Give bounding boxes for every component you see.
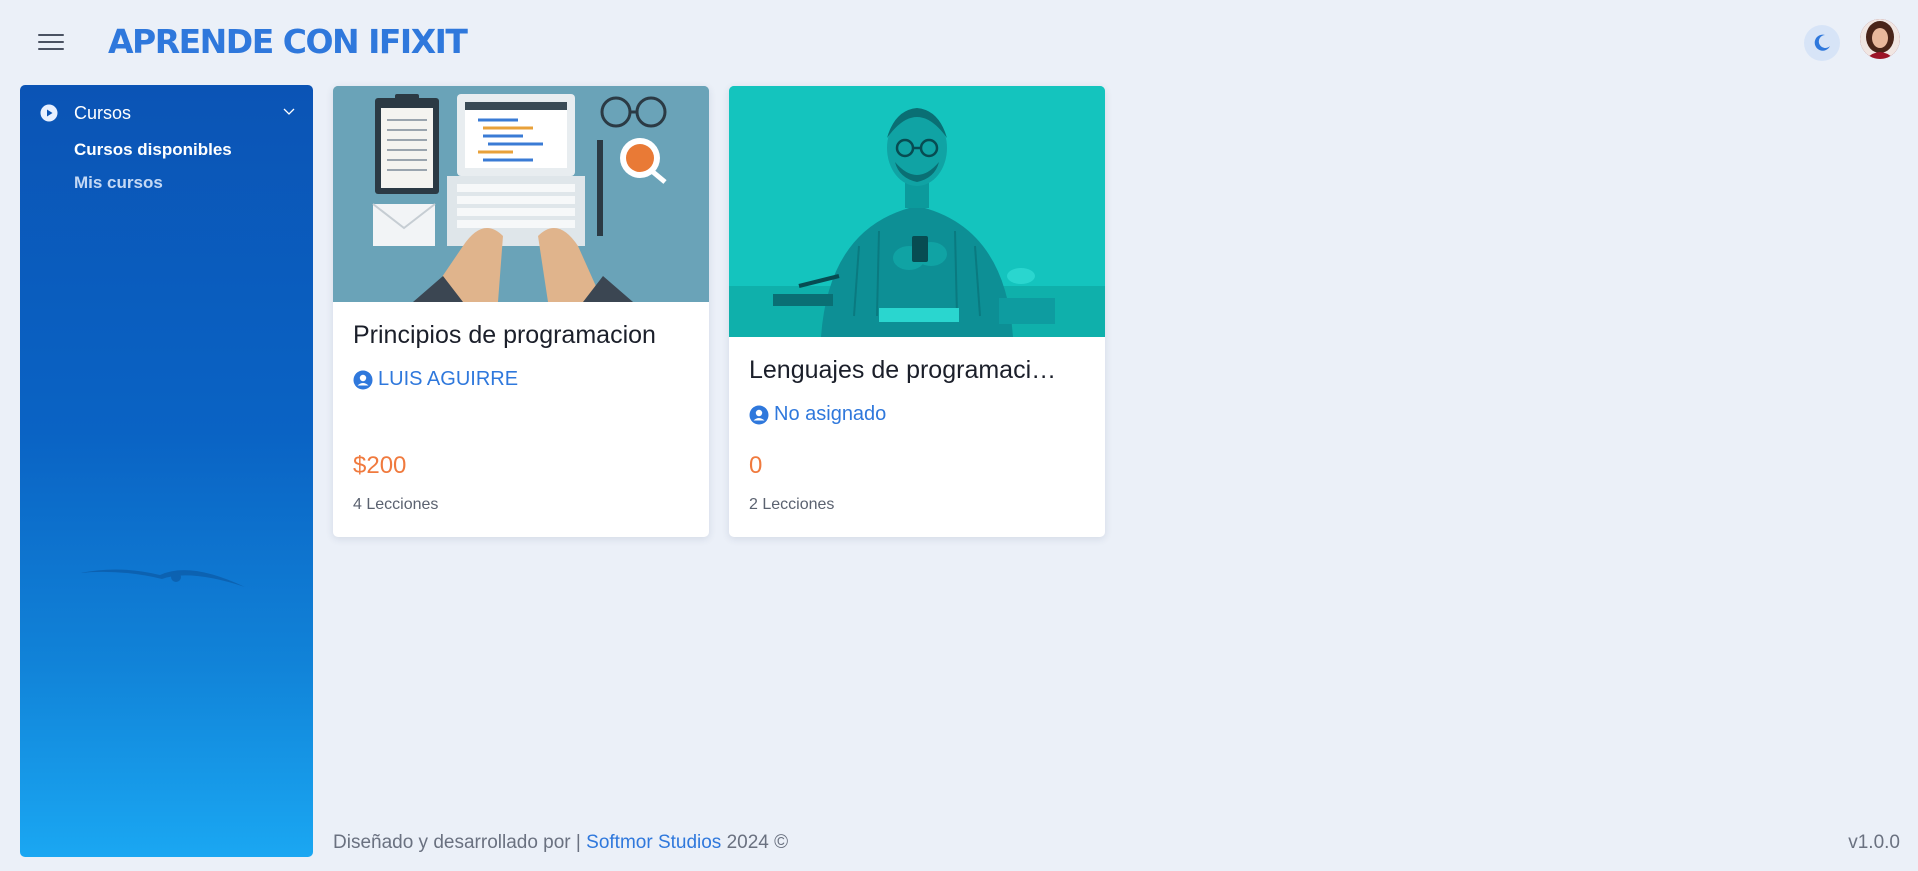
sidebar-item-mis-cursos[interactable]: Mis cursos xyxy=(74,173,163,193)
course-image xyxy=(333,86,709,302)
footer-credits: Diseñado y desarrollado por | Softmor St… xyxy=(333,832,788,854)
user-circle-icon xyxy=(353,370,373,389)
course-title[interactable]: Lenguajes de programaci… xyxy=(749,356,1089,385)
theme-toggle-button[interactable] xyxy=(1804,25,1840,61)
hamburger-icon[interactable] xyxy=(38,34,64,54)
app-title: APRENDE CON IFIXIT xyxy=(108,22,468,61)
course-card[interactable]: Principios de programacion LUIS AGUIRRE … xyxy=(333,86,709,537)
footer-studio-link[interactable]: Softmor Studios xyxy=(586,832,721,853)
sidebar-group-cursos[interactable]: Cursos xyxy=(20,100,313,130)
course-price: $200 xyxy=(353,452,407,479)
sidebar: Cursos Cursos disponibles Mis cursos xyxy=(20,85,313,857)
user-circle-icon xyxy=(749,405,769,424)
course-lessons: 2 Lecciones xyxy=(749,496,835,513)
sidebar-group-label: Cursos xyxy=(74,103,132,123)
course-lessons: 4 Lecciones xyxy=(353,496,439,513)
footer-prefix: Diseñado y desarrollado por | xyxy=(333,832,581,853)
sidebar-item-cursos-disponibles[interactable]: Cursos disponibles xyxy=(74,140,232,160)
moon-icon xyxy=(1814,34,1830,51)
avatar[interactable] xyxy=(1860,19,1900,59)
author-name: No asignado xyxy=(774,403,887,425)
course-title[interactable]: Principios de programacion xyxy=(353,321,693,350)
course-image xyxy=(729,86,1105,337)
course-card[interactable]: Lenguajes de programaci… No asignado 0 2… xyxy=(729,86,1105,537)
bird-watermark xyxy=(80,569,245,587)
chevron-down-icon xyxy=(283,108,295,115)
footer-year: 2024 © xyxy=(726,832,789,853)
top-bar: APRENDE CON IFIXIT xyxy=(0,0,1918,85)
course-author: LUIS AGUIRRE xyxy=(353,368,518,391)
course-author: No asignado xyxy=(749,403,886,426)
author-name: LUIS AGUIRRE xyxy=(378,368,519,390)
app-version: v1.0.0 xyxy=(1848,832,1900,853)
play-circle-icon xyxy=(40,104,58,122)
course-price: 0 xyxy=(749,452,763,479)
